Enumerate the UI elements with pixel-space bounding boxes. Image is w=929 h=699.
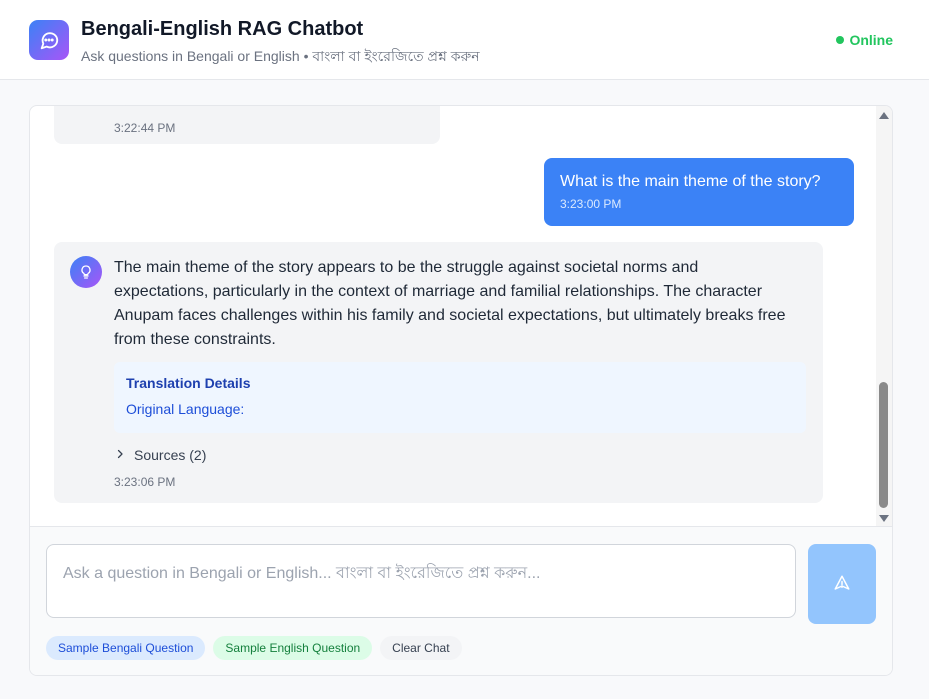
bot-message-text: The main theme of the story appears to b… bbox=[114, 259, 786, 348]
sample-english-button[interactable]: Sample English Question bbox=[213, 636, 373, 660]
app-subtitle: Ask questions in Bengali or English • বা… bbox=[81, 48, 480, 64]
chevron-right-icon bbox=[114, 447, 126, 463]
original-language-label: Original Language: bbox=[126, 401, 245, 417]
status-dot bbox=[836, 36, 845, 44]
quick-actions: Sample Bengali Question Sample English Q… bbox=[46, 636, 462, 660]
sources-toggle[interactable]: Sources (2) bbox=[114, 447, 206, 463]
composer: Sample Bengali Question Sample English Q… bbox=[30, 526, 892, 675]
message-timestamp: 3:22:44 PM bbox=[114, 121, 176, 135]
question-input[interactable] bbox=[46, 544, 796, 618]
bot-message-previous: 3:22:44 PM bbox=[54, 106, 440, 144]
status-label: Online bbox=[849, 32, 893, 48]
user-message: What is the main theme of the story? 3:2… bbox=[544, 158, 854, 226]
app-header: Bengali-English RAG Chatbot Ask question… bbox=[0, 0, 929, 80]
chat-bubble-icon bbox=[29, 20, 69, 60]
user-message-text: What is the main theme of the story? bbox=[560, 173, 821, 190]
message-timestamp: 3:23:00 PM bbox=[560, 197, 622, 211]
message-list[interactable]: 3:22:44 PM What is the main theme of the… bbox=[30, 106, 877, 526]
send-icon bbox=[833, 574, 851, 595]
send-button[interactable] bbox=[808, 544, 876, 624]
app-title: Bengali-English RAG Chatbot bbox=[81, 18, 364, 40]
sources-label: Sources (2) bbox=[134, 447, 207, 463]
translation-title: Translation Details bbox=[126, 375, 251, 391]
chat-panel: 3:22:44 PM What is the main theme of the… bbox=[29, 105, 893, 676]
lightbulb-icon bbox=[70, 256, 102, 288]
status-indicator: Online bbox=[836, 32, 893, 48]
translation-details: Translation Details Original Language: bbox=[114, 362, 806, 433]
message-timestamp: 3:23:06 PM bbox=[114, 475, 176, 489]
sample-bengali-button[interactable]: Sample Bengali Question bbox=[46, 636, 206, 660]
scroll-up-arrow-icon[interactable] bbox=[879, 112, 889, 119]
scroll-thumb[interactable] bbox=[879, 382, 888, 508]
message-scrollbar[interactable] bbox=[876, 106, 892, 526]
bot-message: The main theme of the story appears to b… bbox=[54, 242, 823, 503]
clear-chat-button[interactable]: Clear Chat bbox=[380, 636, 462, 660]
scroll-down-arrow-icon[interactable] bbox=[879, 515, 889, 522]
